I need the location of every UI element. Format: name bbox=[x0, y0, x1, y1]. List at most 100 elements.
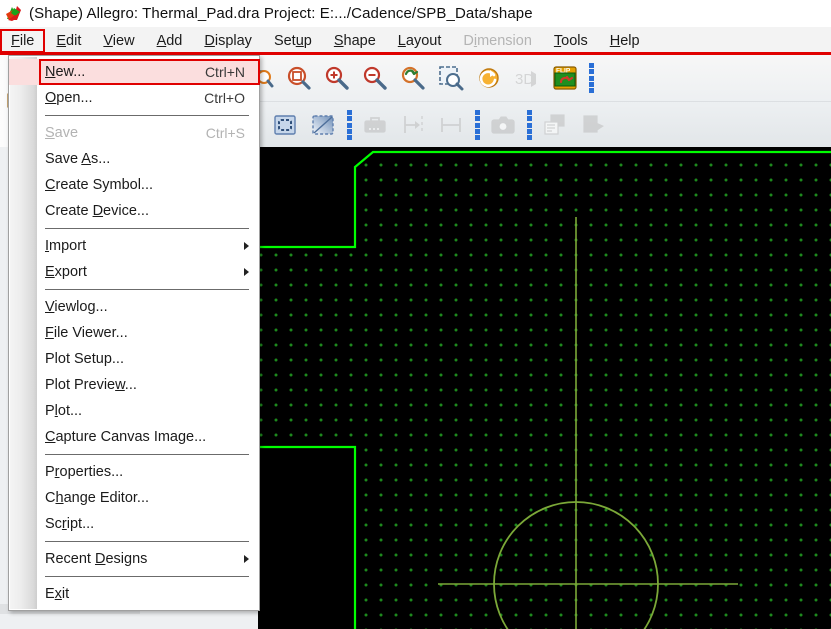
menu-item-label: Create Device... bbox=[45, 203, 149, 219]
zoom-in-icon[interactable] bbox=[318, 58, 356, 98]
dimension-left-icon bbox=[394, 105, 432, 145]
menubar-item-help[interactable]: Help bbox=[601, 31, 649, 51]
menu-item-label: New... bbox=[45, 64, 86, 80]
menu-item-label: Change Editor... bbox=[45, 490, 150, 506]
menu-item-recent-designs[interactable]: Recent Designs bbox=[9, 546, 259, 572]
menubar-item-label: View bbox=[103, 32, 135, 49]
flip-design-icon[interactable]: FLIP bbox=[546, 58, 584, 98]
menu-item-open[interactable]: Open... Ctrl+O bbox=[9, 85, 259, 111]
camera-icon bbox=[484, 105, 522, 145]
menubar-item-edit[interactable]: Edit bbox=[47, 31, 90, 51]
menu-item-label: Recent Designs bbox=[45, 551, 148, 567]
menu-item-export[interactable]: Export bbox=[9, 259, 259, 285]
file-dropdown-menu[interactable]: New... Ctrl+N Open... Ctrl+O Save Ctrl+S Save … bbox=[8, 55, 260, 611]
menu-bar: File Edit View Add Display Setup Shape Layout Di… bbox=[0, 27, 831, 54]
svg-text:FLIP: FLIP bbox=[556, 68, 571, 75]
menu-item-plot-setup[interactable]: Plot Setup... bbox=[9, 346, 259, 372]
allegro-logo-icon bbox=[4, 4, 24, 24]
shape-select-icon[interactable] bbox=[266, 105, 304, 145]
menu-item-create-symbol[interactable]: Create Symbol... bbox=[9, 172, 259, 198]
toolbox-icon bbox=[356, 105, 394, 145]
menubar-item-label: Help bbox=[609, 32, 640, 49]
menu-item-label: Viewlog... bbox=[45, 299, 108, 315]
menu-item-capture-canvas-image[interactable]: Capture Canvas Image... bbox=[9, 424, 259, 450]
menu-item-accelerator: Ctrl+S bbox=[205, 125, 245, 141]
menubar-item-label: Shape bbox=[333, 32, 376, 49]
menu-item-label: Create Symbol... bbox=[45, 177, 153, 193]
menu-item-label: Exit bbox=[45, 586, 70, 602]
menubar-item-tools[interactable]: Tools bbox=[545, 31, 597, 51]
menubar-item-view[interactable]: View bbox=[94, 31, 143, 51]
menu-item-label: File Viewer... bbox=[45, 325, 128, 341]
menu-separator bbox=[45, 454, 249, 455]
menubar-item-file[interactable]: File bbox=[0, 28, 46, 53]
menu-item-exit[interactable]: Exit bbox=[9, 581, 259, 607]
menu-item-label: Capture Canvas Image... bbox=[45, 429, 207, 445]
menubar-item-setup[interactable]: Setup bbox=[265, 31, 321, 51]
refresh-icon[interactable] bbox=[470, 58, 508, 98]
menu-item-label: Export bbox=[45, 264, 87, 280]
menu-item-accelerator: Ctrl+O bbox=[204, 90, 245, 106]
menubar-item-label: Edit bbox=[56, 32, 82, 49]
menu-item-plot[interactable]: Plot... bbox=[9, 398, 259, 424]
menu-item-plot-preview[interactable]: Plot Preview... bbox=[9, 372, 259, 398]
menubar-item-display[interactable]: Display bbox=[195, 31, 261, 51]
zoom-world-icon[interactable] bbox=[432, 58, 470, 98]
menu-item-create-device[interactable]: Create Device... bbox=[9, 198, 259, 224]
toolbar-separator-dots bbox=[522, 105, 536, 145]
paste-page-icon bbox=[574, 105, 612, 145]
design-canvas[interactable] bbox=[258, 147, 831, 629]
zoom-out-icon[interactable] bbox=[356, 58, 394, 98]
menu-item-properties[interactable]: Properties... bbox=[9, 459, 259, 485]
menu-item-label: Plot Preview... bbox=[45, 377, 137, 393]
menu-item-script[interactable]: Script... bbox=[9, 511, 259, 537]
menu-item-accelerator: Ctrl+N bbox=[204, 64, 245, 80]
menubar-item-add[interactable]: Add bbox=[148, 31, 192, 51]
submenu-arrow-icon bbox=[244, 555, 249, 563]
window-title: (Shape) Allegro: Thermal_Pad.dra Project… bbox=[29, 5, 533, 22]
menu-item-import[interactable]: Import bbox=[9, 233, 259, 259]
menubar-item-label: File bbox=[11, 32, 35, 49]
menubar-item-label: Setup bbox=[273, 32, 312, 49]
menu-item-save-as[interactable]: Save As... bbox=[9, 146, 259, 172]
menu-separator bbox=[45, 541, 249, 542]
menu-item-label: Properties... bbox=[45, 464, 124, 480]
menu-item-new[interactable]: New... Ctrl+N bbox=[9, 59, 259, 85]
menubar-item-shape[interactable]: Shape bbox=[325, 31, 385, 51]
menu-item-label: Save bbox=[45, 125, 79, 141]
zoom-fit-icon[interactable] bbox=[280, 58, 318, 98]
menu-separator bbox=[45, 289, 249, 290]
menubar-item-label: Tools bbox=[553, 32, 588, 49]
menubar-item-label: Dimension bbox=[463, 32, 532, 49]
submenu-arrow-icon bbox=[244, 242, 249, 250]
menubar-item-label: Add bbox=[156, 32, 183, 49]
pcb-shape-drawing bbox=[258, 150, 831, 629]
menu-item-label: Import bbox=[45, 238, 87, 254]
menubar-item-dimension: Dimension bbox=[454, 31, 541, 51]
dimension-span-icon bbox=[432, 105, 470, 145]
menu-item-change-editor[interactable]: Change Editor... bbox=[9, 485, 259, 511]
menu-item-viewlog[interactable]: Viewlog... bbox=[9, 294, 259, 320]
menu-item-label: Open... bbox=[45, 90, 93, 106]
toolbar-separator-dots bbox=[342, 105, 356, 145]
gradient-shape-icon[interactable] bbox=[304, 105, 342, 145]
toolbar-separator-dots bbox=[584, 58, 598, 98]
menubar-item-label: Layout bbox=[397, 32, 442, 49]
menu-separator bbox=[45, 228, 249, 229]
submenu-arrow-icon bbox=[244, 268, 249, 276]
menu-item-label: Plot... bbox=[45, 403, 83, 419]
menu-separator bbox=[45, 576, 249, 577]
menu-item-label: Plot Setup... bbox=[45, 351, 124, 367]
menu-item-label: Save As... bbox=[45, 151, 111, 167]
menu-item-save: Save Ctrl+S bbox=[9, 120, 259, 146]
menubar-item-layout[interactable]: Layout bbox=[389, 31, 451, 51]
toolbar-separator-dots bbox=[470, 105, 484, 145]
zoom-previous-icon[interactable] bbox=[394, 58, 432, 98]
menu-item-label: Script... bbox=[45, 516, 95, 532]
title-bar: (Shape) Allegro: Thermal_Pad.dra Project… bbox=[0, 0, 831, 27]
menu-item-file-viewer[interactable]: File Viewer... bbox=[9, 320, 259, 346]
menubar-item-label: Display bbox=[204, 32, 252, 49]
3d-view-icon: 3D bbox=[508, 58, 546, 98]
menu-separator bbox=[45, 115, 249, 116]
copy-pages-icon bbox=[536, 105, 574, 145]
